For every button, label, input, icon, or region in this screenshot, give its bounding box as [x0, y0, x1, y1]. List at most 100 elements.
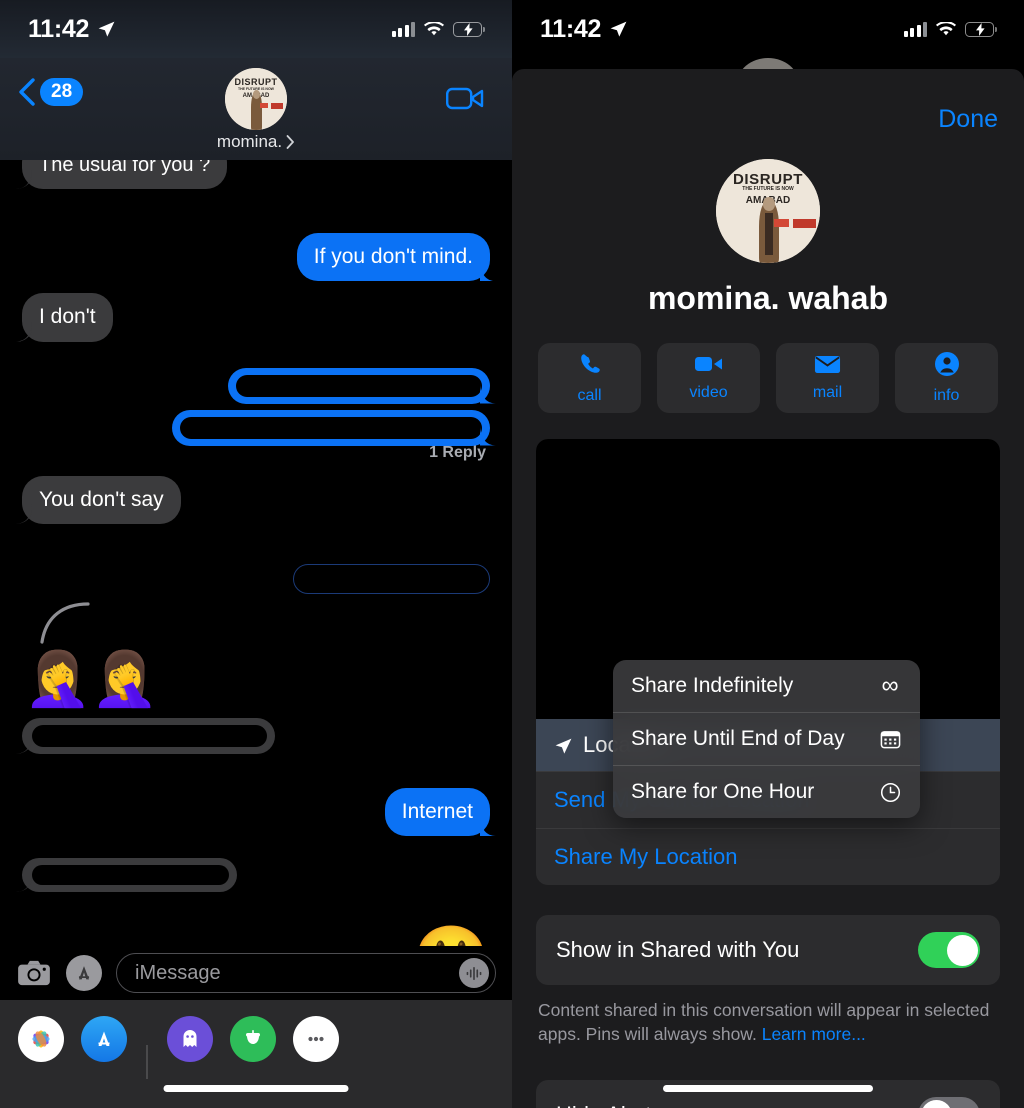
message-bubble-incoming[interactable]: You don't say [22, 475, 181, 524]
shared-with-you-card: Show in Shared with You [536, 915, 1000, 985]
imessage-input[interactable]: iMessage [116, 953, 496, 993]
message-bubble-outgoing[interactable]: If you don't mind. [296, 233, 490, 282]
profile-name: momina. wahab [647, 280, 889, 316]
phone-icon [577, 351, 603, 382]
location-arrow-icon [609, 20, 628, 39]
ghost-app-icon[interactable] [166, 1016, 213, 1062]
wifi-icon [936, 20, 956, 37]
acorn-app-icon[interactable] [229, 1016, 276, 1062]
cellular-bars-icon [391, 21, 415, 37]
location-arrow-icon [97, 20, 116, 39]
message-bubble-incoming[interactable]: The usual for you ? [22, 160, 228, 189]
wifi-icon [424, 20, 444, 37]
audio-waveform-icon[interactable] [459, 958, 489, 988]
info-label: info [933, 387, 960, 404]
unread-count-badge: 28 [40, 78, 84, 106]
app-store-icon[interactable] [66, 955, 102, 991]
learn-more-link[interactable]: Learn more... [762, 1024, 866, 1044]
message-bubble-incoming-redacted[interactable] [22, 858, 238, 892]
status-bar-right: 11:42 [512, 0, 1024, 58]
avatar[interactable]: DISRUPT THE FUTURE IS NOW AMABAD [225, 68, 287, 130]
status-bar-left-group: 11:42 [28, 15, 116, 44]
message-row[interactable]: I don't [22, 293, 490, 342]
message-row[interactable]: If you don't mind. [22, 233, 490, 282]
message-list[interactable]: The usual for you ? If you don't mind. I… [0, 160, 512, 1056]
info-button[interactable]: info [895, 343, 998, 413]
mail-icon [814, 355, 841, 379]
camera-icon[interactable] [16, 955, 52, 991]
message-row[interactable] [22, 563, 490, 594]
status-time: 11:42 [540, 14, 602, 43]
battery-charging-icon [965, 21, 997, 37]
message-bubble-incoming[interactable]: I don't [22, 293, 113, 342]
message-emoji-reaction[interactable]: 🤦‍♀️🤦‍♀️ [24, 652, 490, 706]
message-bubble-outgoing[interactable]: Internet [384, 787, 490, 836]
message-bubble-outgoing-redacted[interactable] [227, 367, 490, 404]
share-location-context-menu[interactable]: Share Indefinitely ∞ Share Until End of … [613, 660, 920, 818]
setting-label: Show in Shared with You [556, 937, 800, 962]
message-row[interactable]: You don't say [22, 475, 490, 524]
thread-reply-count[interactable]: 1 Reply [22, 444, 490, 462]
share-for-one-hour-label: Share for One Hour [631, 780, 815, 803]
message-row[interactable] [22, 858, 490, 892]
back-button[interactable]: 28 [18, 78, 84, 106]
status-bar-left: 11:42 [0, 0, 512, 58]
share-my-location-button[interactable]: Share My Location [536, 828, 1000, 885]
battery-charging-icon [453, 21, 485, 37]
share-until-end-of-day-label: Share Until End of Day [631, 727, 845, 750]
photos-app-icon[interactable] [18, 1016, 64, 1062]
imessage-app-drawer[interactable] [0, 1000, 512, 1108]
video-call-button[interactable] [446, 86, 484, 116]
video-label: video [689, 384, 728, 401]
share-indefinitely-label: Share Indefinitely [631, 674, 794, 697]
show-in-shared-with-you-row[interactable]: Show in Shared with You [536, 915, 1000, 985]
contact-name: momina. [216, 132, 283, 151]
call-label: call [577, 387, 602, 404]
typing-indicator-swoosh [36, 600, 96, 646]
share-for-one-hour-item[interactable]: Share for One Hour [613, 765, 920, 818]
mail-label: mail [812, 383, 843, 401]
quick-actions-row: call video mail info [512, 317, 1024, 413]
message-bubble-outgoing-outline[interactable] [293, 563, 490, 594]
share-indefinitely-item[interactable]: Share Indefinitely ∞ [613, 660, 920, 712]
hide-alerts-toggle[interactable] [918, 1097, 980, 1108]
status-time: 11:42 [28, 14, 90, 43]
message-bubble-outgoing-redacted[interactable] [171, 409, 490, 446]
cellular-bars-icon [903, 21, 927, 37]
show-in-shared-with-you-toggle[interactable] [918, 932, 980, 968]
mail-button[interactable]: mail [776, 343, 879, 413]
person-icon [934, 351, 960, 382]
call-button[interactable]: call [538, 343, 641, 413]
chevron-left-icon [18, 78, 35, 106]
app-store-app-icon[interactable] [81, 1016, 127, 1062]
avatar[interactable]: DISRUPT THE FUTURE IS NOW AMABAD [716, 159, 820, 263]
video-button[interactable]: video [657, 343, 760, 413]
share-until-end-of-day-item[interactable]: Share Until End of Day [613, 712, 920, 765]
done-button[interactable]: Done [938, 105, 998, 134]
home-indicator [663, 1085, 873, 1092]
message-input-bar[interactable]: iMessage [0, 946, 512, 1000]
calendar-icon [878, 727, 902, 751]
setting-label: Hide Alerts [556, 1102, 662, 1108]
conversation-header: 28 DISRUPT THE FUTURE IS NOW AMABAD momi… [0, 0, 512, 160]
message-row[interactable]: The usual for you ? [22, 160, 490, 189]
imessage-placeholder: iMessage [135, 961, 221, 984]
infinity-icon: ∞ [881, 672, 899, 699]
right-panel-details: 11:42 Done DISRUPT THE FUTURE IS NOW mom… [512, 0, 1024, 1108]
message-row[interactable] [22, 717, 490, 754]
left-panel-conversation: 11:42 28 DISRUPT THE FUTURE IS NOW AMABA… [0, 0, 512, 1108]
dual-screenshot-comparison: 11:42 28 DISRUPT THE FUTURE IS NOW AMABA… [0, 0, 1024, 1108]
status-bar-right-group [903, 20, 997, 37]
message-row[interactable] [22, 367, 490, 404]
clock-icon [878, 780, 902, 804]
location-arrow-icon [554, 736, 573, 755]
message-row[interactable] [22, 409, 490, 446]
header-name-row: momina. [217, 132, 295, 152]
video-camera-icon [446, 87, 484, 115]
drawer-divider [146, 1045, 148, 1079]
chevron-right-icon [286, 135, 295, 149]
video-icon [694, 354, 723, 379]
more-app-icon[interactable] [292, 1016, 339, 1062]
message-row[interactable]: Internet [22, 787, 490, 836]
message-bubble-incoming-redacted[interactable] [22, 717, 275, 754]
